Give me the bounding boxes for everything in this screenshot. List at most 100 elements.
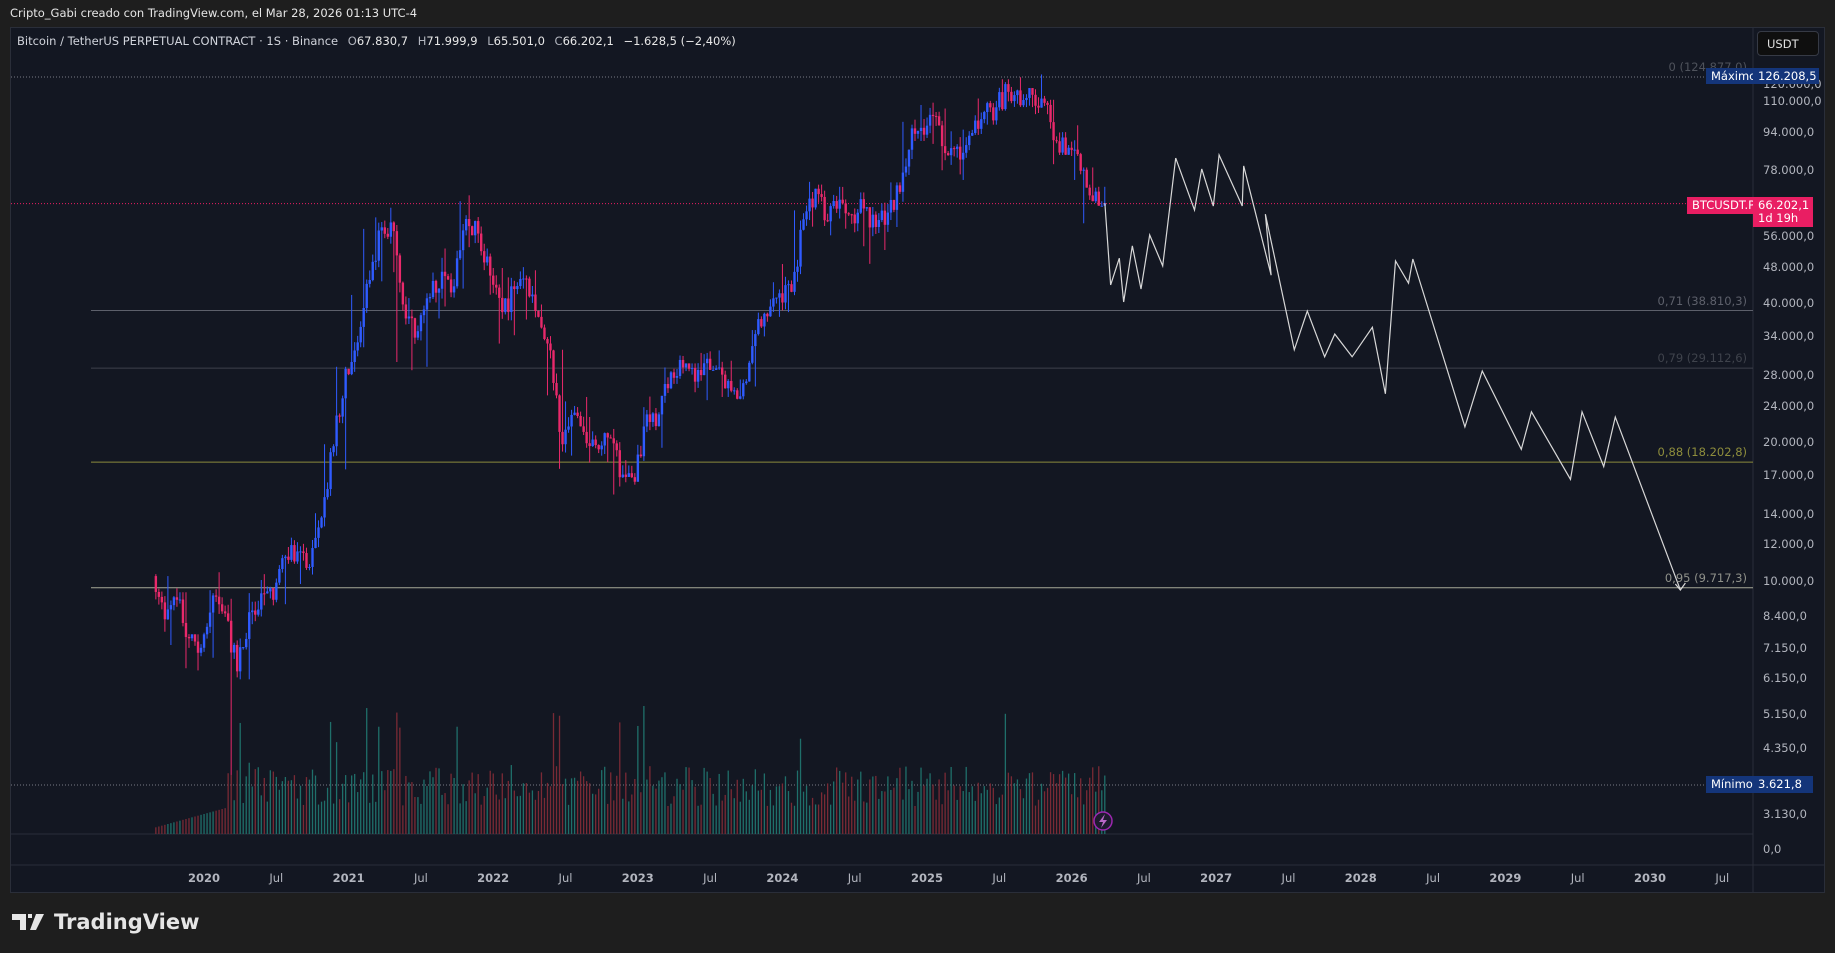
- candle-body: [714, 368, 718, 370]
- candle-body: [1073, 149, 1076, 151]
- candle-body: [413, 318, 417, 338]
- candle-body: [609, 437, 612, 439]
- candle-body: [618, 450, 621, 478]
- candle-body: [1013, 95, 1016, 102]
- candle-body: [588, 443, 591, 447]
- candle-body: [859, 199, 862, 213]
- symbol-name[interactable]: Bitcoin / TetherUS PERPETUAL CONTRACT · …: [17, 34, 338, 48]
- candle-body: [1094, 191, 1097, 202]
- candle-body: [1055, 140, 1058, 142]
- candle-body: [934, 116, 938, 118]
- price-tick-label: 8.400,0: [1763, 608, 1807, 623]
- candle-body: [275, 582, 278, 600]
- candle-body: [193, 634, 197, 642]
- candle-body: [470, 226, 474, 236]
- candle-body: [175, 597, 179, 600]
- candle-body: [1007, 84, 1010, 92]
- candle-body: [211, 595, 215, 613]
- time-tick-label: Jul: [1136, 871, 1151, 885]
- time-tick-label: Jul: [413, 871, 428, 885]
- candle-body: [986, 103, 989, 113]
- fib-level-label: 0,79 (29.112,6): [1657, 351, 1747, 366]
- projection-path: [1104, 152, 1681, 591]
- candle-body: [1058, 141, 1061, 153]
- candle-body: [603, 433, 606, 446]
- change-value: −1.628,5 (−2,40%): [623, 34, 736, 48]
- candle-body: [724, 374, 727, 389]
- candle-body: [492, 275, 495, 285]
- time-tick-label: Jul: [558, 871, 573, 885]
- price-tick-label: 40.000,0: [1763, 296, 1815, 311]
- chart-canvas[interactable]: [0, 0, 1835, 953]
- candle-body: [208, 612, 212, 627]
- candle-body: [483, 251, 486, 263]
- candle-body: [386, 233, 390, 237]
- candle-body: [564, 429, 567, 445]
- candle-body: [281, 558, 284, 570]
- candle-body: [296, 551, 299, 562]
- candle-body: [949, 148, 953, 156]
- candle-body: [434, 280, 438, 293]
- candle-body: [190, 634, 194, 639]
- time-tick-label: Jul: [703, 871, 718, 885]
- candle-body: [401, 282, 405, 305]
- candle-body: [534, 294, 537, 311]
- candle-body: [940, 125, 944, 147]
- candle-body: [199, 647, 203, 653]
- time-tick-label: Jul: [269, 871, 284, 885]
- candle-body: [359, 326, 362, 343]
- low-value: 65.501,0: [493, 34, 545, 48]
- time-tick-label: 2022: [477, 871, 510, 885]
- candle-body: [624, 474, 627, 477]
- candle-body: [269, 588, 272, 592]
- candle-body: [826, 220, 829, 222]
- candle-body: [832, 201, 835, 207]
- candle-body: [820, 194, 823, 197]
- candle-body: [663, 383, 667, 396]
- tradingview-logo[interactable]: TradingView: [12, 910, 199, 934]
- candle-body: [266, 591, 269, 594]
- candle-body: [769, 306, 772, 317]
- candle-body: [877, 220, 881, 227]
- price-tick-label: 78.000,0: [1763, 162, 1815, 177]
- close-key: C: [554, 34, 563, 48]
- candle-body: [808, 198, 811, 212]
- candle-body: [1097, 191, 1100, 206]
- price-tick-label: 4.350,0: [1763, 740, 1807, 755]
- last-price-badge: 66.202,1 1d 19h: [1753, 197, 1813, 227]
- candle-body: [594, 439, 597, 446]
- candle-body: [901, 172, 905, 192]
- candle-body: [377, 230, 380, 261]
- price-tick-label: 56.000,0: [1763, 229, 1815, 244]
- candle-body: [883, 210, 887, 225]
- candle-body: [612, 438, 615, 444]
- candle-body: [943, 146, 947, 154]
- fib-level-label: 0,95 (9.717,3): [1664, 570, 1747, 585]
- candle-body: [302, 551, 305, 554]
- candle-body: [597, 445, 600, 450]
- candle-body: [880, 210, 884, 221]
- candle-body: [458, 250, 462, 259]
- open-key: O: [347, 34, 357, 48]
- currency-button[interactable]: USDT: [1757, 31, 1819, 56]
- candle-body: [1016, 90, 1019, 96]
- candle-body: [449, 279, 453, 293]
- price-tick-label: 20.000,0: [1763, 435, 1815, 450]
- candle-body: [989, 103, 992, 108]
- candle-body: [422, 309, 426, 316]
- candle-body: [311, 548, 314, 567]
- candle-body: [835, 201, 838, 209]
- time-tick-label: Jul: [1570, 871, 1585, 885]
- candle-body: [748, 362, 751, 382]
- candle-body: [582, 426, 585, 432]
- price-tick-label: 48.000,0: [1763, 259, 1815, 274]
- candle-body: [516, 286, 519, 290]
- candle-body: [347, 368, 350, 375]
- candle-body: [287, 556, 290, 560]
- candle-body: [684, 363, 688, 368]
- candle-body: [733, 390, 736, 392]
- candle-body: [202, 634, 206, 648]
- candle-body: [907, 149, 911, 167]
- candle-body: [537, 310, 540, 317]
- candle-body: [621, 474, 624, 478]
